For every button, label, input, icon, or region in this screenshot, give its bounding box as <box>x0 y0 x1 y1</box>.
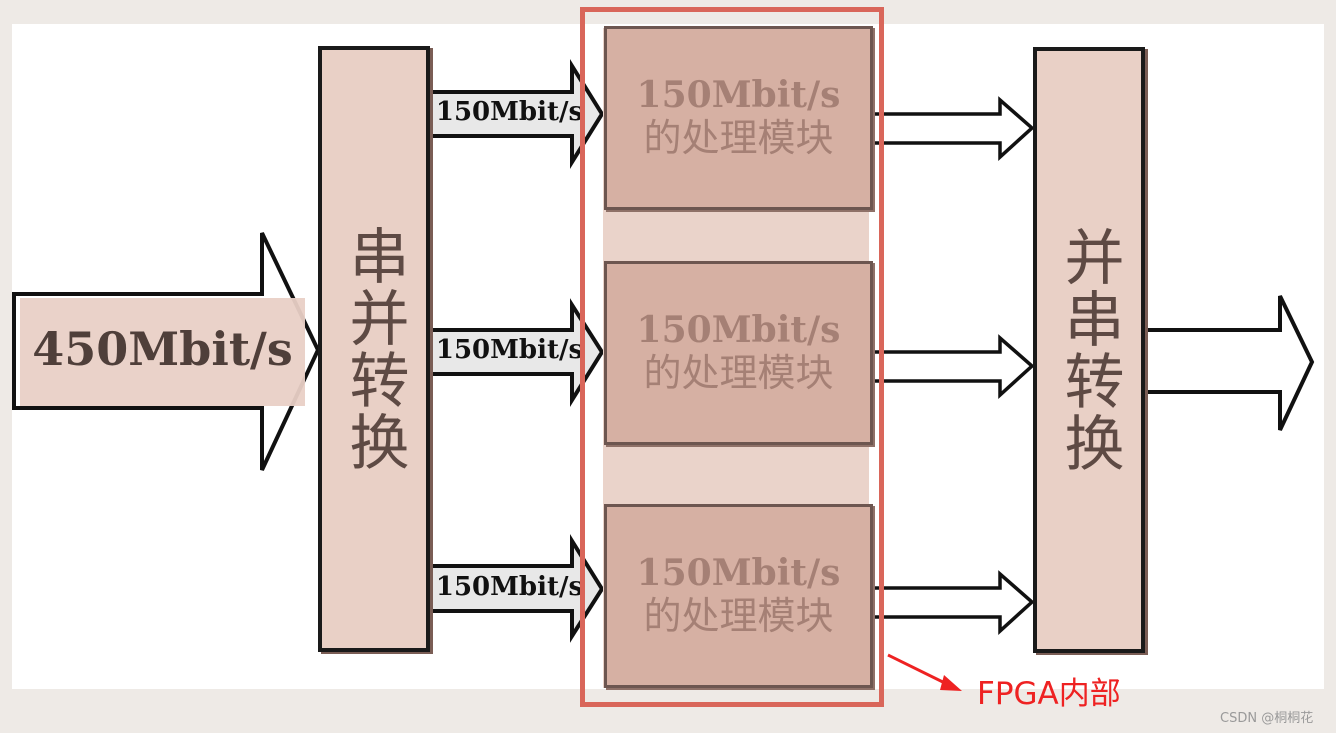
out-arrow-3 <box>864 570 1035 635</box>
watermark: CSDN @桐桐花 <box>1220 711 1314 726</box>
out-arrow-1 <box>864 96 1035 161</box>
branch-rate-label-2: 150Mbit/s <box>435 335 584 365</box>
serial-to-parallel-block: 串并转换 <box>318 46 430 652</box>
branch-rate-label-3: 150Mbit/s <box>435 572 584 602</box>
pointer-head <box>940 675 962 691</box>
output-arrow <box>1140 295 1315 431</box>
branch-rate-label-1: 150Mbit/s <box>435 97 584 127</box>
parallel-to-serial-block: 并串转换 <box>1033 47 1145 653</box>
fpga-boundary-frame <box>580 7 884 707</box>
parallel-to-serial-label: 并串转换 <box>1054 226 1124 474</box>
diagram-canvas: 450Mbit/s 串并转换 150Mbit/s 150Mbit/s 150Mb… <box>0 0 1336 733</box>
input-rate-label: 450Mbit/s <box>32 322 293 376</box>
out-arrow-2 <box>864 334 1035 399</box>
fpga-caption: FPGA内部 <box>977 676 1121 712</box>
serial-to-parallel-label: 串并转换 <box>339 225 409 473</box>
